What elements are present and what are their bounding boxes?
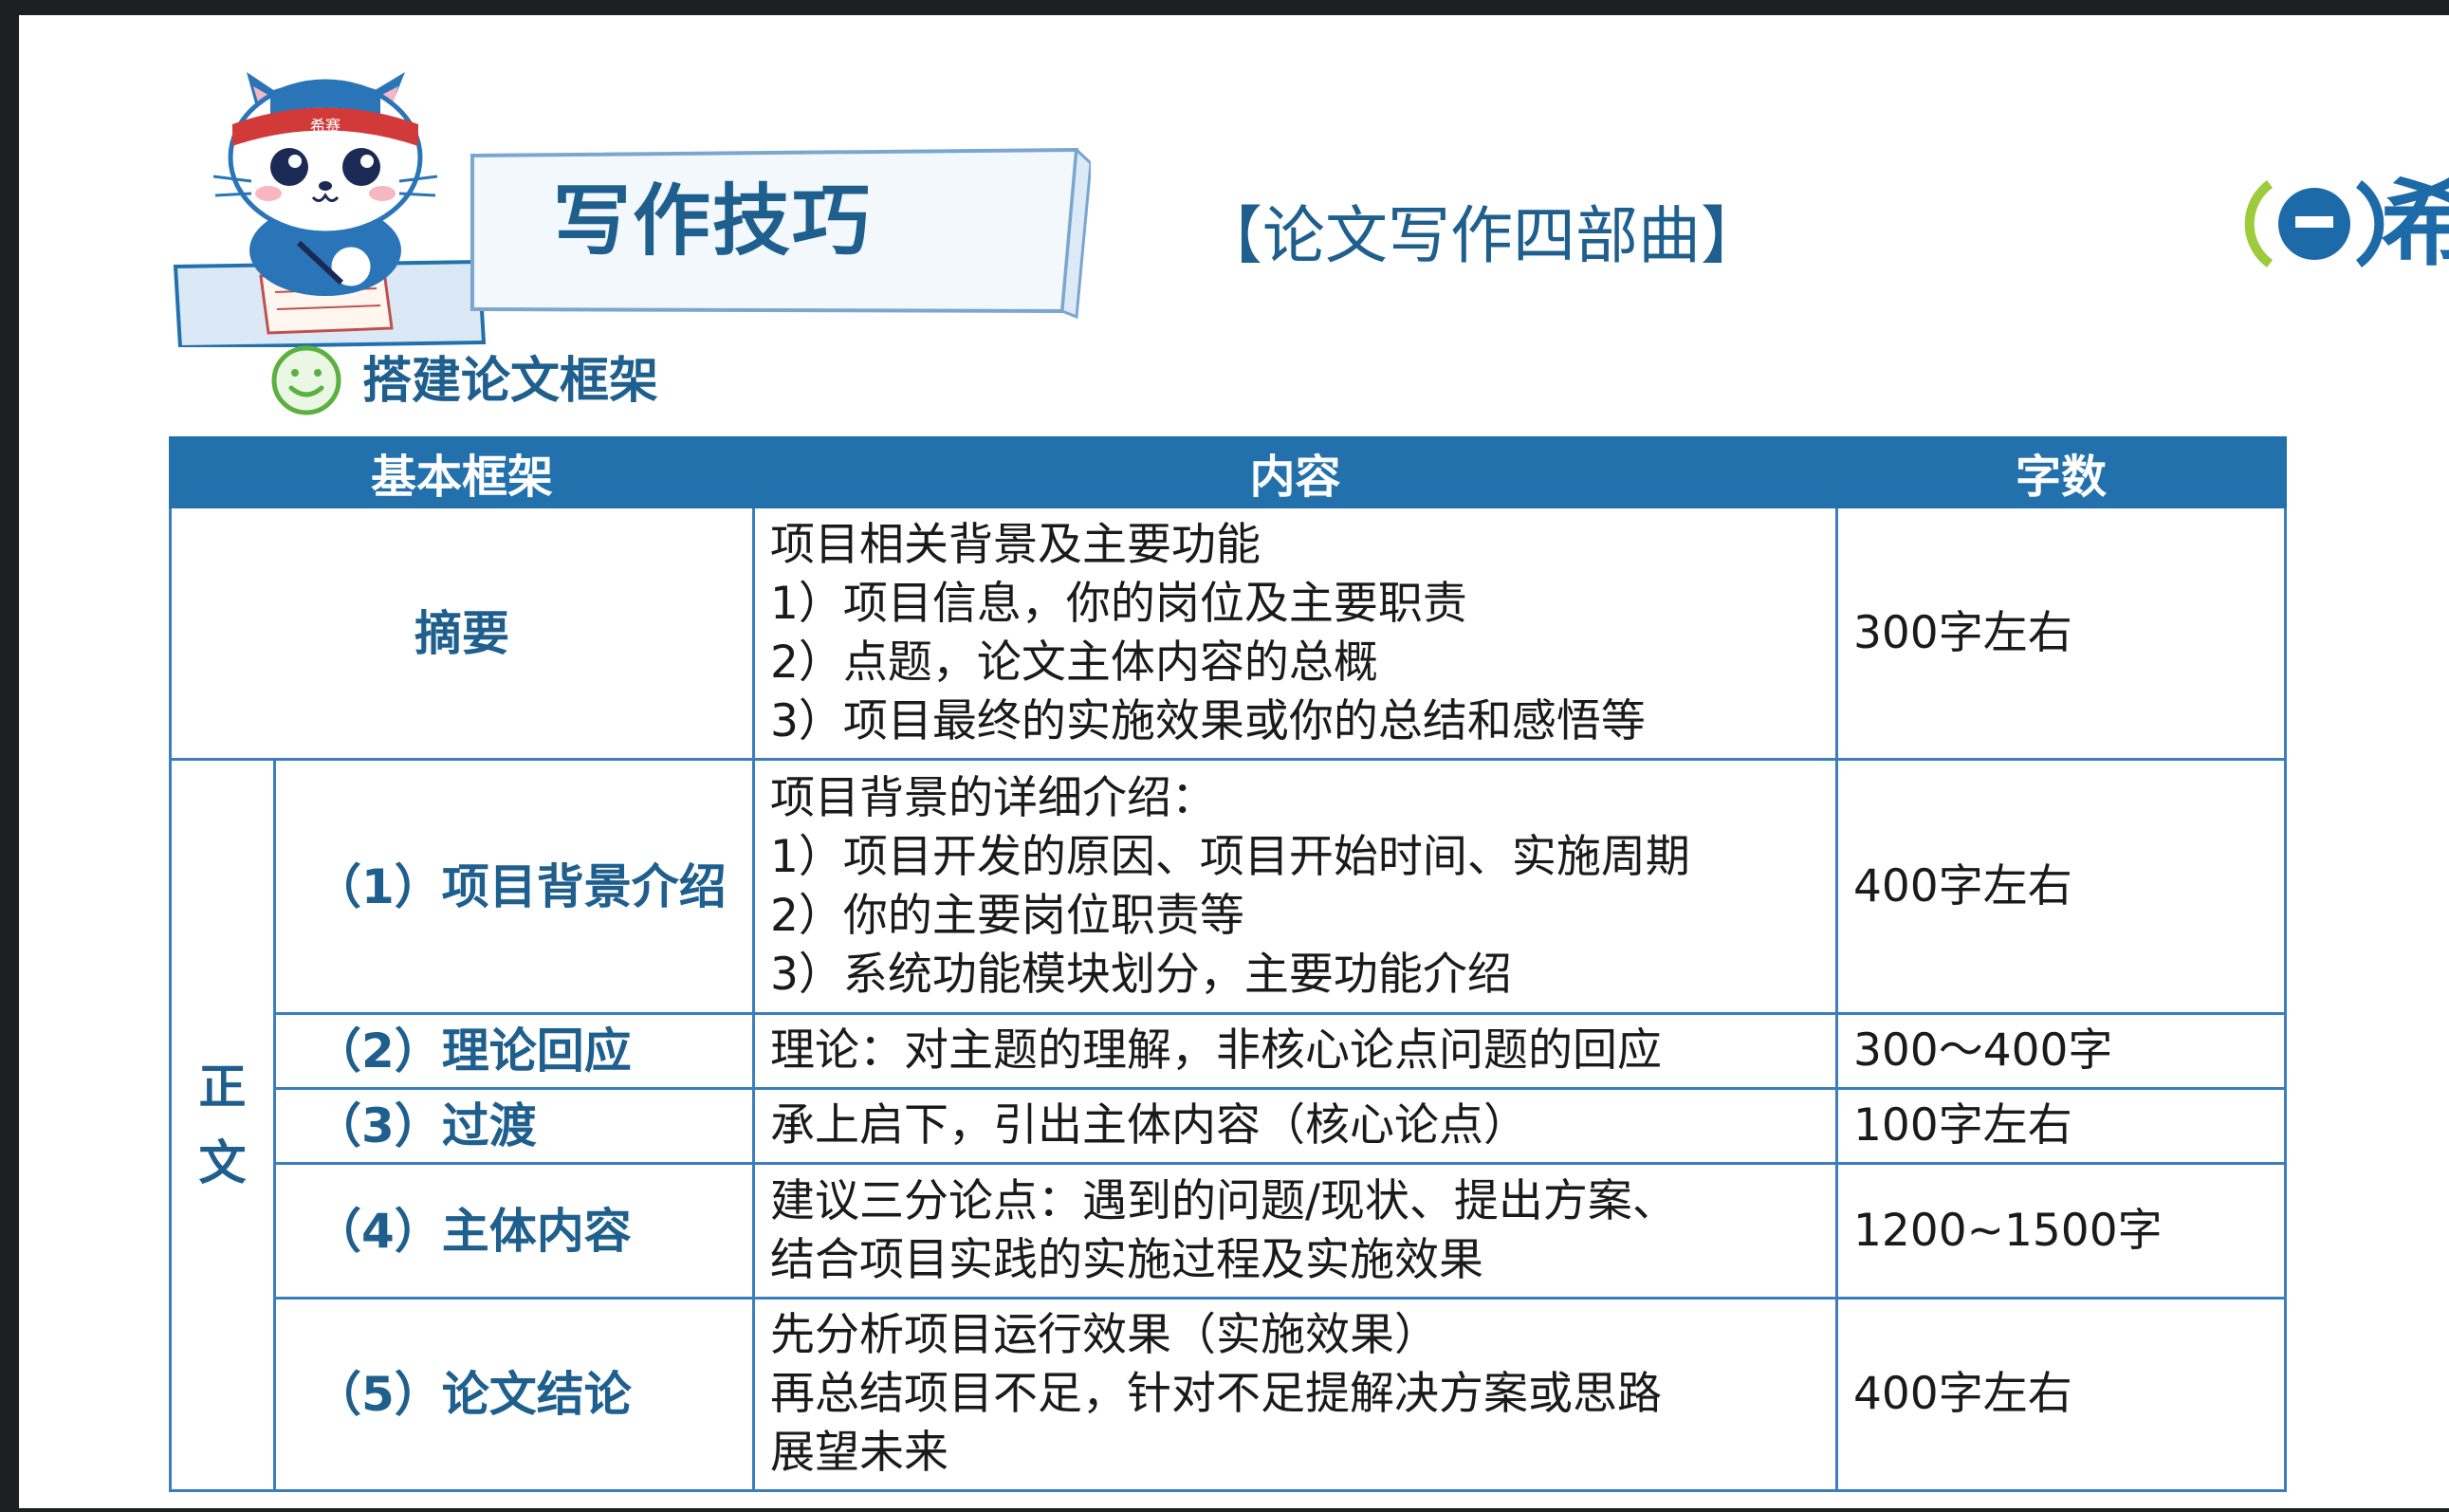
table-row: 摘要 项目相关背景及主要功能 1）项目信息，你的岗位及主要职责 2）点题，论文主… [169, 506, 2287, 761]
row-label: 摘要 [169, 506, 755, 761]
row-content: 项目背景的详细介绍： 1）项目开发的原因、项目开始时间、实施周期 2）你的主要岗… [752, 758, 1838, 1015]
table-row: 正 文 （1）项目背景介绍 项目背景的详细介绍： 1）项目开发的原因、项目开始时… [169, 758, 2287, 1492]
row-content: 先分析项目运行效果（实施效果） 再总结项目不足，针对不足提解决方案或思路 展望未… [752, 1297, 1838, 1492]
content-line: 2）你的主要岗位职责等 [770, 889, 1244, 942]
framework-table: 基本框架 内容 字数 摘要 项目相关背景及主要功能 1）项目信息，你的岗位及主要… [169, 436, 2287, 1492]
row-content: 建议三分论点：遇到的问题/现状、提出方案、 结合项目实践的实施过程及实施效果 [752, 1162, 1838, 1300]
row-word-count: 1200~1500字 [1835, 1162, 2287, 1300]
content-line: 3）项目最终的实施效果或你的总结和感悟等 [770, 694, 1646, 747]
zhengwen-char: 正 [198, 1060, 247, 1115]
headband-text: 希赛 [310, 117, 341, 135]
table-row: （4）主体内容 建议三分论点：遇到的问题/现状、提出方案、 结合项目实践的实施过… [171, 1162, 2287, 1300]
row-content: 项目相关背景及主要功能 1）项目信息，你的岗位及主要职责 2）点题，论文主体内容… [752, 506, 1838, 761]
content-line: 再总结项目不足，针对不足提解决方案或思路 [770, 1368, 1662, 1420]
table-row: （2）理论回应 理论：对主题的理解，非核心论点问题的回应 300～400字 [171, 1012, 2287, 1090]
header-content: 内容 [752, 436, 1838, 508]
content-line: 理论：对主题的理解，非核心论点问题的回应 [770, 1024, 1662, 1077]
header-framework: 基本框架 [169, 436, 755, 508]
content-line: 1）项目信息，你的岗位及主要职责 [770, 577, 1467, 630]
row-word-count: 300字左右 [1835, 506, 2287, 761]
row-word-count: 300～400字 [1835, 1012, 2287, 1090]
row-label: （1）项目背景介绍 [273, 758, 755, 1015]
row-word-count: 400字左右 [1835, 1297, 2287, 1492]
content-line: 结合项目实践的实施过程及实施效果 [770, 1233, 1483, 1286]
table-header-row: 基本框架 内容 字数 [169, 436, 2287, 508]
content-line: 展望未来 [770, 1427, 948, 1479]
slide: 希赛 写作技巧 【论文写作四部曲】 希 搭建论文框架 基本框架 内容 字数 摘要… [19, 15, 2449, 1508]
row-label: （5）论文结论 [273, 1297, 755, 1492]
table-row: （3）过渡 承上启下，引出主体内容（核心论点） 100字左右 [171, 1087, 2287, 1165]
row-content: 承上启下，引出主体内容（核心论点） [752, 1087, 1838, 1165]
content-line: 先分析项目运行效果（实施效果） [770, 1309, 1439, 1361]
row-label: （2）理论回应 [273, 1012, 755, 1090]
content-line: 承上启下，引出主体内容（核心论点） [770, 1099, 1528, 1152]
page-title: 写作技巧 [553, 176, 873, 267]
zhengwen-label: 正 文 [169, 758, 276, 1492]
page-subtitle: 【论文写作四部曲】 [1200, 199, 1763, 272]
row-word-count: 100字左右 [1835, 1087, 2287, 1165]
content-line: 项目背景的详细介绍： [770, 771, 1216, 824]
brand-logo-text: 希 [2381, 168, 2449, 279]
row-label: （3）过渡 [273, 1087, 755, 1165]
content-line: 项目相关背景及主要功能 [770, 518, 1261, 571]
cat-mascot-icon: 希赛 [173, 72, 487, 347]
smile-icon [271, 345, 341, 415]
content-line: 2）点题，论文主体内容的总概 [770, 636, 1378, 689]
table-row: （5）论文结论 先分析项目运行效果（实施效果） 再总结项目不足，针对不足提解决方… [171, 1297, 2287, 1492]
zhengwen-char: 文 [198, 1135, 247, 1190]
header-word-count: 字数 [1835, 436, 2287, 508]
row-label: （4）主体内容 [273, 1162, 755, 1300]
content-line: 建议三分论点：遇到的问题/现状、提出方案、 [770, 1174, 1677, 1227]
row-word-count: 400字左右 [1835, 758, 2287, 1015]
row-content: 理论：对主题的理解，非核心论点问题的回应 [752, 1012, 1838, 1090]
content-line: 3）系统功能模块划分，主要功能介绍 [770, 948, 1512, 1001]
content-line: 1）项目开发的原因、项目开始时间、实施周期 [770, 830, 1690, 883]
section-title: 搭建论文框架 [362, 353, 659, 410]
